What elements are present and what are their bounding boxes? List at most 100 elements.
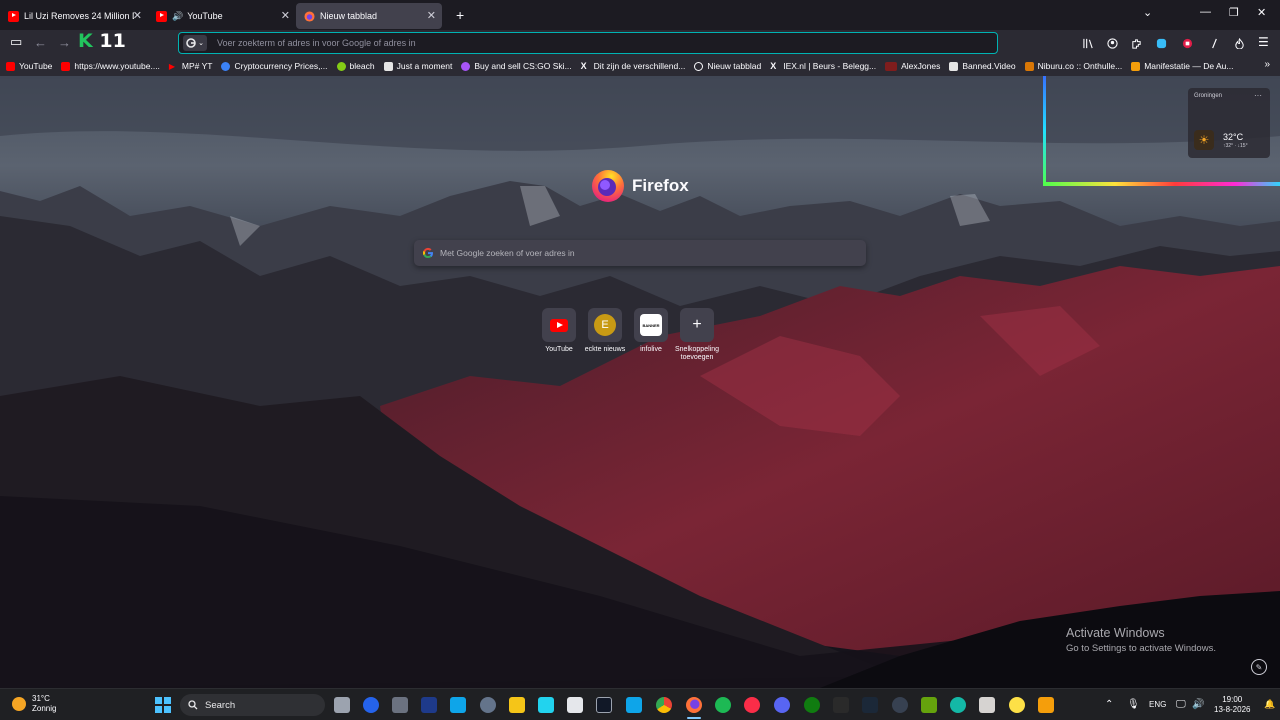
chrome-icon[interactable] (656, 697, 672, 713)
newtab-search-box[interactable]: Met Google zoeken of voer adres in (414, 240, 866, 266)
bookmark-just-a-moment[interactable]: Just a moment (383, 61, 452, 71)
snapchat-icon[interactable] (1009, 697, 1025, 713)
shortcut-infolive[interactable]: BANNER infolive (627, 308, 675, 354)
phone-link-icon[interactable] (450, 697, 466, 713)
mail-icon[interactable] (363, 697, 379, 713)
spotify-icon[interactable] (715, 697, 731, 713)
tab-nieuw-tabblad[interactable]: Nieuw tabblad ✕ (296, 3, 442, 29)
app-yellow-icon[interactable] (1038, 697, 1054, 713)
shortcut-tile[interactable] (542, 308, 576, 342)
bookmark-youtube-url[interactable]: https://www.youtube.... (61, 61, 160, 71)
shortcut-tile[interactable]: + (680, 308, 714, 342)
account-icon[interactable] (1107, 38, 1118, 49)
restore-icon[interactable]: ❐ (1229, 6, 1239, 19)
network-icon[interactable]: 🖵 (1176, 699, 1186, 710)
customize-pencil-icon[interactable]: ✎ (1251, 659, 1267, 675)
extension-blue-icon[interactable] (1156, 38, 1167, 49)
shortcut-add[interactable]: + Snelkoppeling toevoegen (673, 308, 721, 362)
weather-widget[interactable]: Groningen ··· ☀ 32°C ↑32° · ↓15° (1188, 88, 1270, 158)
extension-flame-icon[interactable] (1234, 38, 1245, 49)
minimize-icon[interactable]: — (1200, 6, 1211, 18)
file-explorer-icon[interactable] (509, 697, 525, 713)
back-arrow-icon[interactable]: ← (34, 35, 47, 50)
shortcut-label: eckte nieuws (584, 346, 626, 353)
shortcut-eckte-nieuws[interactable]: E eckte nieuws (581, 308, 629, 354)
bookmark-youtube[interactable]: YouTube (6, 61, 52, 71)
bookmark-bleach[interactable]: bleach (336, 61, 375, 71)
tab-lil-uzi[interactable]: Lil Uzi Removes 24 Million Doll ✕ (0, 3, 148, 29)
tray-chevron-up-icon[interactable]: ⌃ (1105, 699, 1113, 710)
task-view-icon[interactable] (334, 697, 350, 713)
forward-arrow-icon[interactable]: → (58, 35, 71, 50)
taskbar-search[interactable]: Search (180, 694, 325, 716)
app-sbn-icon[interactable] (421, 697, 437, 713)
library-icon[interactable] (1083, 38, 1094, 49)
calculator-icon[interactable] (392, 697, 408, 713)
bookmark-crypto[interactable]: Cryptocurrency Prices,... (221, 61, 328, 71)
tab-list-chevron-icon[interactable]: ⌄ (1143, 6, 1152, 19)
store-icon[interactable] (567, 697, 583, 713)
bookmark-alexjones[interactable]: AlexJones (885, 61, 940, 71)
x-icon: X (770, 60, 777, 71)
chevron-double-right-icon[interactable]: » (1264, 59, 1270, 70)
bookmark-nieuw-tabblad[interactable]: Nieuw tabblad (694, 61, 761, 71)
tab-youtube[interactable]: 🔊 YouTube ✕ (148, 3, 296, 29)
app-circle-icon[interactable] (892, 697, 908, 713)
edge-icon[interactable] (950, 697, 966, 713)
sun-icon (12, 697, 26, 711)
shortcut-tile[interactable]: BANNER (634, 308, 668, 342)
bookmark-niburu[interactable]: Niburu.co :: Onthulle... (1024, 61, 1122, 71)
crypto-icon (221, 61, 231, 71)
firefox-icon[interactable] (686, 697, 702, 713)
shortcut-youtube[interactable]: YouTube (535, 308, 583, 354)
more-options-icon[interactable]: ··· (1254, 91, 1262, 100)
language-indicator[interactable]: ENG (1149, 700, 1166, 709)
extension-script-icon[interactable] (1209, 38, 1220, 49)
taskbar-clock[interactable]: 19:00 13-8-2026 (1214, 695, 1250, 715)
new-tab-plus-icon[interactable]: + (456, 7, 464, 23)
close-icon[interactable]: ✕ (427, 9, 436, 22)
volume-icon[interactable]: 🔊 (1192, 699, 1204, 710)
android-app-icon[interactable] (921, 697, 937, 713)
menu-icon[interactable]: ☰ (1258, 35, 1269, 49)
nav-bar: ▭ ← → K 11 ⌄ ☰ (0, 30, 1280, 56)
windows-start-icon[interactable] (155, 697, 171, 713)
bookmark-x-dit-zijn[interactable]: X Dit zijn de verschillend... (581, 61, 686, 71)
bookmark-iex[interactable]: X IEX.nl | Beurs - Belegg... (770, 61, 876, 71)
taskbar-weather[interactable]: 31°C Zonnig (12, 694, 56, 714)
notification-bell-icon[interactable]: 🔔 (1264, 699, 1275, 710)
k11-overlay-badge: K 11 (78, 30, 126, 52)
bookmark-banned-video[interactable]: Banned.Video (949, 61, 1016, 71)
close-icon[interactable]: ✕ (281, 9, 290, 22)
shortcut-tile[interactable]: E (588, 308, 622, 342)
speaker-icon[interactable]: 🔊 (172, 11, 183, 22)
search-engine-selector[interactable]: ⌄ (183, 35, 207, 51)
clock-time: 19:00 (1222, 695, 1243, 704)
microphone-icon[interactable]: 🎙 (1127, 699, 1140, 710)
settings-gear-icon[interactable] (480, 697, 496, 713)
steam-icon[interactable] (862, 697, 878, 713)
window-close-icon[interactable]: ✕ (1257, 6, 1266, 19)
tab-title: Lil Uzi Removes 24 Million Doll (24, 11, 134, 21)
url-input[interactable] (217, 38, 917, 48)
photos-icon[interactable] (626, 697, 642, 713)
discord-icon[interactable] (774, 697, 790, 713)
firefox-logo-icon (592, 170, 624, 202)
close-icon[interactable]: ✕ (133, 9, 142, 22)
extensions-icon[interactable] (1131, 38, 1142, 49)
active-app-indicator (687, 717, 701, 719)
bookmark-csgo[interactable]: Buy and sell CS:GO Ski... (461, 61, 572, 71)
epic-games-icon[interactable] (833, 697, 849, 713)
xbox-icon[interactable] (804, 697, 820, 713)
app-box-icon[interactable] (979, 697, 995, 713)
bookmarks-bar: YouTube https://www.youtube.... ▶ MP# YT … (0, 56, 1280, 76)
bookmark-mp-yt[interactable]: ▶ MP# YT (169, 61, 213, 71)
url-bar[interactable]: ⌄ (178, 32, 998, 54)
terminal-icon[interactable] (596, 697, 612, 713)
sidebar-toggle-icon[interactable]: ▭ (10, 34, 22, 50)
activate-subtitle: Go to Settings to activate Windows. (1066, 643, 1216, 654)
bookmark-manifestatie[interactable]: Manifestatie — De Au... (1131, 61, 1233, 71)
music-icon[interactable] (744, 697, 760, 713)
media-player-icon[interactable] (538, 697, 554, 713)
extension-red-icon[interactable] (1182, 38, 1193, 49)
